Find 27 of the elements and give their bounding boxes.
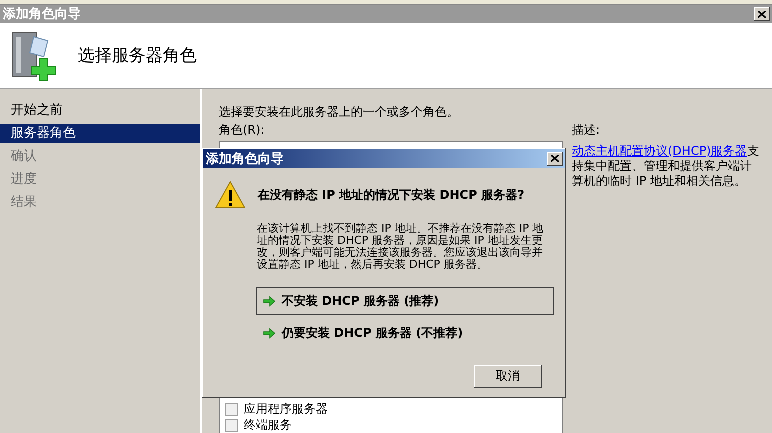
role-checkbox[interactable] xyxy=(225,402,238,416)
description-link[interactable]: 动态主机配置协议(DHCP)服务器 xyxy=(572,144,748,158)
dialog-message: 在该计算机上找不到静态 IP 地址。不推荐在没有静态 IP 地址的情况下安装 DHCP 服务器，原因是如果 IP 地址发生更改，则客户端可能无法连接该服务器。您应该退出该向导并设置静态 IP 地址，然后再安装 DHCP 服务器。 xyxy=(257,223,545,271)
command-link[interactable]: 不安装 DHCP 服务器 (推荐) xyxy=(256,287,554,315)
dialog-title: 添加角色向导 xyxy=(206,150,284,168)
window-title: 添加角色向导 xyxy=(3,6,81,23)
page-title: 选择服务器角色 xyxy=(78,45,197,67)
description-text: 动态主机配置协议(DHCP)服务器支持集中配置、管理和提供客户端计算机的临时 IP 地址和相关信息。 xyxy=(572,144,760,189)
cancel-button[interactable]: 取消 xyxy=(474,365,542,388)
arrow-icon xyxy=(263,296,276,306)
warning-icon xyxy=(215,181,246,209)
nav-item[interactable]: 开始之前 xyxy=(0,101,200,120)
close-icon xyxy=(758,10,766,18)
command-link[interactable]: 仍要安装 DHCP 服务器 (不推荐) xyxy=(256,319,554,347)
nav-item[interactable]: 服务器角色 xyxy=(0,124,200,143)
close-button[interactable] xyxy=(754,7,770,21)
server-plus-icon xyxy=(10,30,58,80)
role-label: 终端服务 xyxy=(244,416,292,433)
instruction-text: 选择要安装在此服务器上的一个或多个角色。 xyxy=(219,104,460,121)
role-checkbox[interactable] xyxy=(225,418,238,432)
arrow-icon xyxy=(263,328,276,338)
close-icon xyxy=(551,155,559,162)
role-label: 应用程序服务器 xyxy=(244,400,328,418)
close-button[interactable] xyxy=(547,152,563,166)
description-label: 描述: xyxy=(572,122,602,138)
dialog-heading: 在没有静态 IP 地址的情况下安装 DHCP 服务器? xyxy=(258,186,525,204)
roles-label: 角色(R): xyxy=(219,122,266,138)
